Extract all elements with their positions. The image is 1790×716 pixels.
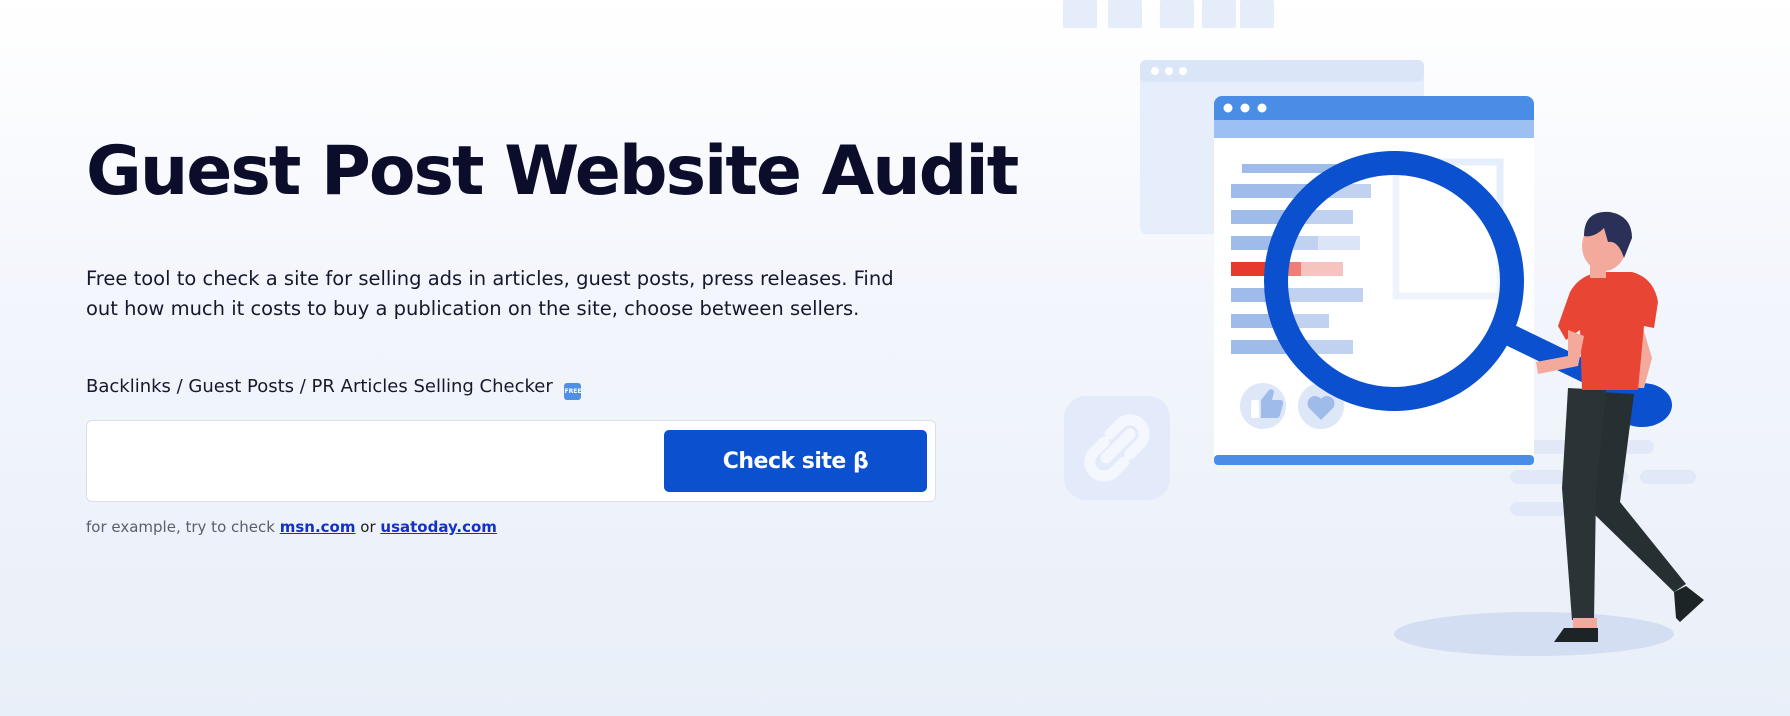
example-link-msn[interactable]: msn.com — [280, 518, 356, 536]
page-title: Guest Post Website Audit — [86, 132, 1019, 211]
free-badge-icon: FREE — [564, 383, 582, 400]
decorative-dashes — [1510, 440, 1696, 516]
magnifying-glass-icon — [1264, 151, 1672, 427]
link-icon — [1064, 396, 1170, 500]
check-site-button[interactable]: Check site β — [664, 430, 927, 492]
example-link-usatoday[interactable]: usatoday.com — [380, 518, 497, 536]
example-prefix: for example, try to check — [86, 518, 275, 536]
site-url-input[interactable] — [99, 433, 663, 491]
checker-label-text: Backlinks / Guest Posts / PR Articles Se… — [86, 376, 553, 397]
example-hint: for example, try to check msn.com or usa… — [86, 517, 497, 537]
checker-label: Backlinks / Guest Posts / PR Articles Se… — [86, 374, 582, 400]
back-browser-window — [1140, 60, 1424, 234]
hero-illustration — [1063, 0, 1704, 656]
person-figure — [1536, 211, 1704, 642]
main-browser-window — [1214, 96, 1534, 465]
thumbs-up-icon — [1240, 383, 1286, 429]
site-check-form: Check site β — [86, 420, 936, 502]
example-or: or — [360, 518, 376, 536]
hero-description: Free tool to check a site for selling ad… — [86, 267, 894, 320]
heart-icon — [1298, 383, 1344, 429]
decorative-squares — [1063, 0, 1274, 28]
ground-shadow — [1394, 612, 1674, 656]
